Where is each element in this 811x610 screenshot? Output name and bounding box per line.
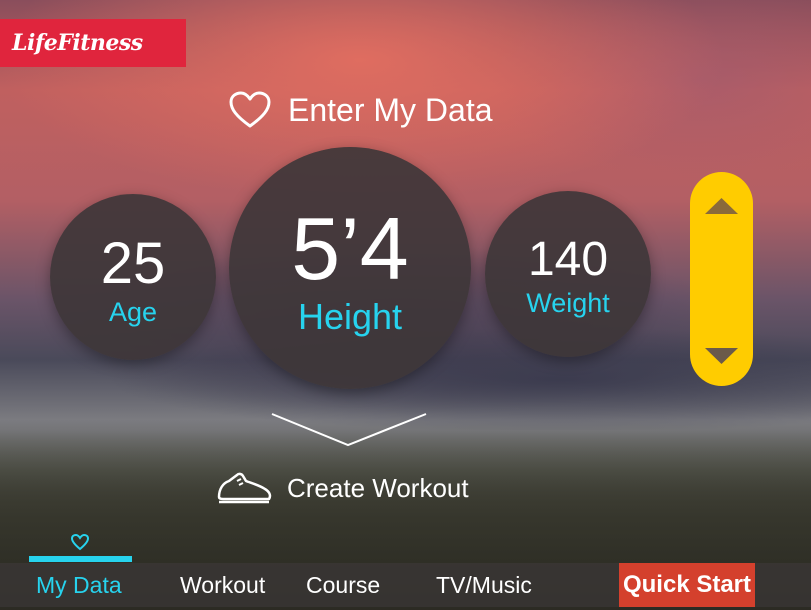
height-selector[interactable]: 5’4 Height (229, 147, 471, 389)
create-workout-label: Create Workout (287, 472, 469, 503)
active-tab-indicator (29, 556, 132, 562)
life-fitness-logo: LifeFitness (0, 19, 186, 67)
age-value: 25 (100, 230, 166, 296)
triangle-up-icon[interactable] (705, 198, 738, 219)
heart-icon (228, 90, 272, 130)
heart-icon (70, 533, 90, 556)
height-value: 5’4 (291, 199, 409, 298)
height-label: Height (297, 296, 403, 337)
page-title: Enter My Data (288, 91, 493, 128)
sneaker-icon (215, 467, 273, 510)
value-scroller[interactable] (690, 172, 753, 386)
age-selector[interactable]: 25 Age (50, 194, 216, 360)
quick-start-button[interactable]: Quick Start (619, 563, 755, 607)
weight-label: Weight (526, 287, 610, 318)
weight-selector[interactable]: 140 Weight (485, 191, 651, 357)
tab-my-data[interactable]: My Data (36, 563, 122, 607)
triangle-down-icon[interactable] (705, 348, 738, 369)
tab-course[interactable]: Course (306, 563, 380, 607)
tab-tv-music[interactable]: TV/Music (436, 563, 532, 607)
weight-value: 140 (527, 232, 609, 286)
tab-workout[interactable]: Workout (180, 563, 265, 607)
logo-text: LifeFitness (12, 30, 143, 56)
create-workout-button[interactable]: Create Workout (215, 466, 469, 510)
chevron-down-icon[interactable] (270, 412, 430, 453)
age-label: Age (108, 296, 158, 327)
page-header: Enter My Data (228, 86, 493, 134)
